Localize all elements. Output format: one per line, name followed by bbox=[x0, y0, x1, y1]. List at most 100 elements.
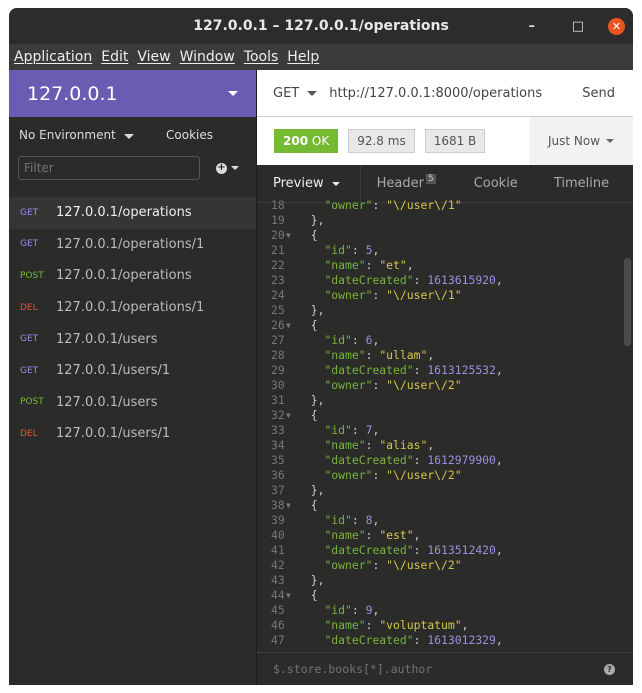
line-number: 18 bbox=[271, 198, 285, 212]
menu-help[interactable]: Help bbox=[287, 49, 319, 65]
json-punct: { bbox=[310, 408, 318, 422]
json-key: "owner" bbox=[324, 198, 373, 212]
minimize-icon[interactable]: – bbox=[529, 8, 536, 44]
request-list: GET 127.0.0.1/operations GET 127.0.0.1/oper… bbox=[9, 197, 256, 450]
maximize-icon[interactable]: □ bbox=[572, 8, 584, 44]
query-filter-input[interactable] bbox=[273, 662, 573, 676]
line-number: 35 bbox=[271, 453, 285, 467]
json-key: "id" bbox=[324, 513, 352, 527]
code-line: 43 }, bbox=[257, 573, 633, 588]
line-number: 29 bbox=[271, 363, 285, 377]
fold-arrow-icon[interactable]: ▼ bbox=[286, 408, 291, 423]
fold-arrow-icon[interactable]: ▼ bbox=[286, 498, 291, 513]
request-item[interactable]: POST 127.0.0.1/users bbox=[9, 387, 256, 419]
fold-arrow-icon[interactable]: ▼ bbox=[286, 228, 291, 243]
request-url: 127.0.0.1/users bbox=[56, 331, 158, 347]
status-badge: 200 OK bbox=[274, 129, 339, 153]
request-item[interactable]: GET 127.0.0.1/users bbox=[9, 323, 256, 355]
request-item[interactable]: GET 127.0.0.1/operations/1 bbox=[9, 229, 256, 261]
url-input[interactable]: http://127.0.0.1:8000/operations bbox=[329, 86, 582, 101]
response-size: 1681 B bbox=[424, 129, 486, 153]
code-line: 38 ▼ { bbox=[257, 498, 633, 513]
method-dropdown[interactable]: GET bbox=[273, 86, 318, 101]
line-number: 38 ▼ bbox=[271, 498, 291, 513]
json-key: "id" bbox=[324, 603, 352, 617]
json-key: "owner" bbox=[324, 288, 373, 302]
menu-window[interactable]: Window bbox=[180, 49, 235, 65]
code-line: 25 }, bbox=[257, 303, 633, 318]
code-line: 30 "owner": "\/user\/2" bbox=[257, 378, 633, 393]
json-value: 5 bbox=[365, 243, 373, 257]
line-number: 41 bbox=[271, 543, 285, 557]
json-value: "ullam" bbox=[379, 348, 428, 362]
code-line: 39 "id": 8, bbox=[257, 513, 633, 528]
request-item[interactable]: DEL 127.0.0.1/operations/1 bbox=[9, 292, 256, 324]
scrollbar[interactable] bbox=[624, 258, 631, 346]
menu-edit[interactable]: Edit bbox=[101, 49, 128, 65]
plus-circle-icon: + bbox=[216, 162, 227, 174]
method-badge: POST bbox=[20, 397, 44, 408]
title-bar: 127.0.0.1 – 127.0.0.1/operations – □ ✕ bbox=[9, 8, 633, 44]
line-number: 24 bbox=[271, 288, 285, 302]
code-line: 42 "owner": "\/user\/2" bbox=[257, 558, 633, 573]
method-badge: DEL bbox=[20, 428, 38, 439]
filter-input[interactable] bbox=[18, 156, 200, 180]
json-punct: { bbox=[310, 318, 318, 332]
chevron-down-icon bbox=[228, 91, 238, 96]
method-badge: GET bbox=[20, 365, 39, 376]
json-key: "name" bbox=[324, 618, 366, 632]
json-value: 8 bbox=[365, 513, 373, 527]
json-value: 1613512420 bbox=[427, 543, 496, 557]
json-key: "name" bbox=[324, 348, 366, 362]
json-key: "dateCreated" bbox=[324, 633, 414, 647]
code-line: 41 "dateCreated": 1613512420, bbox=[257, 543, 633, 558]
request-item[interactable]: GET 127.0.0.1/operations bbox=[9, 197, 256, 229]
line-number: 32 ▼ bbox=[271, 408, 291, 423]
request-item[interactable]: POST 127.0.0.1/operations bbox=[9, 260, 256, 292]
menu-view[interactable]: View bbox=[137, 49, 170, 65]
code-line: 37 }, bbox=[257, 483, 633, 498]
line-number: 34 bbox=[271, 438, 285, 452]
tab-preview[interactable]: Preview bbox=[257, 164, 361, 203]
json-punct: }, bbox=[310, 213, 325, 227]
json-value: "\/user\/1" bbox=[386, 198, 462, 212]
fold-arrow-icon[interactable]: ▼ bbox=[286, 318, 291, 333]
json-key: "owner" bbox=[324, 558, 373, 572]
code-line: 21 "id": 5, bbox=[257, 243, 633, 258]
send-button[interactable]: Send bbox=[582, 86, 615, 101]
method-badge: POST bbox=[20, 270, 44, 281]
cookies-button[interactable]: Cookies bbox=[166, 128, 213, 142]
request-item[interactable]: DEL 127.0.0.1/users/1 bbox=[9, 418, 256, 450]
chevron-down-icon bbox=[606, 139, 615, 143]
method-badge: GET bbox=[20, 334, 39, 345]
workspace-selector[interactable]: 127.0.0.1 bbox=[9, 70, 256, 117]
line-number: 36 bbox=[271, 468, 285, 482]
main-pane: GET http://127.0.0.1:8000/operations Sen… bbox=[257, 70, 633, 685]
json-key: "dateCreated" bbox=[324, 543, 414, 557]
code-line: 23 "dateCreated": 1613615920, bbox=[257, 273, 633, 288]
environment-dropdown[interactable]: No Environment bbox=[19, 128, 134, 142]
history-dropdown[interactable]: Just Now bbox=[529, 117, 633, 165]
line-number: 22 bbox=[271, 258, 285, 272]
tab-cookie[interactable]: Cookie bbox=[452, 165, 534, 203]
line-number: 47 bbox=[271, 633, 285, 647]
help-icon[interactable]: ? bbox=[604, 663, 615, 675]
menu-tools[interactable]: Tools bbox=[244, 49, 279, 65]
request-url: 127.0.0.1/operations bbox=[56, 268, 192, 284]
code-line: 29 "dateCreated": 1613125532, bbox=[257, 363, 633, 378]
chevron-down-icon bbox=[307, 90, 318, 96]
line-number: 31 bbox=[271, 393, 285, 407]
add-request-button[interactable]: + bbox=[216, 162, 239, 174]
line-number: 42 bbox=[271, 558, 285, 572]
status-text: OK bbox=[311, 134, 330, 148]
menu-bar: Application Edit View Window Tools Help bbox=[9, 44, 633, 70]
close-icon[interactable]: ✕ bbox=[608, 17, 625, 35]
tab-header[interactable]: Header 5 bbox=[361, 165, 452, 203]
tab-timeline[interactable]: Timeline bbox=[534, 165, 625, 203]
menu-application[interactable]: Application bbox=[14, 49, 92, 65]
line-number: 19 bbox=[271, 213, 285, 227]
code-line: 19 }, bbox=[257, 213, 633, 228]
fold-arrow-icon[interactable]: ▼ bbox=[286, 588, 291, 603]
json-punct: }, bbox=[310, 393, 325, 407]
request-item[interactable]: GET 127.0.0.1/users/1 bbox=[9, 355, 256, 387]
